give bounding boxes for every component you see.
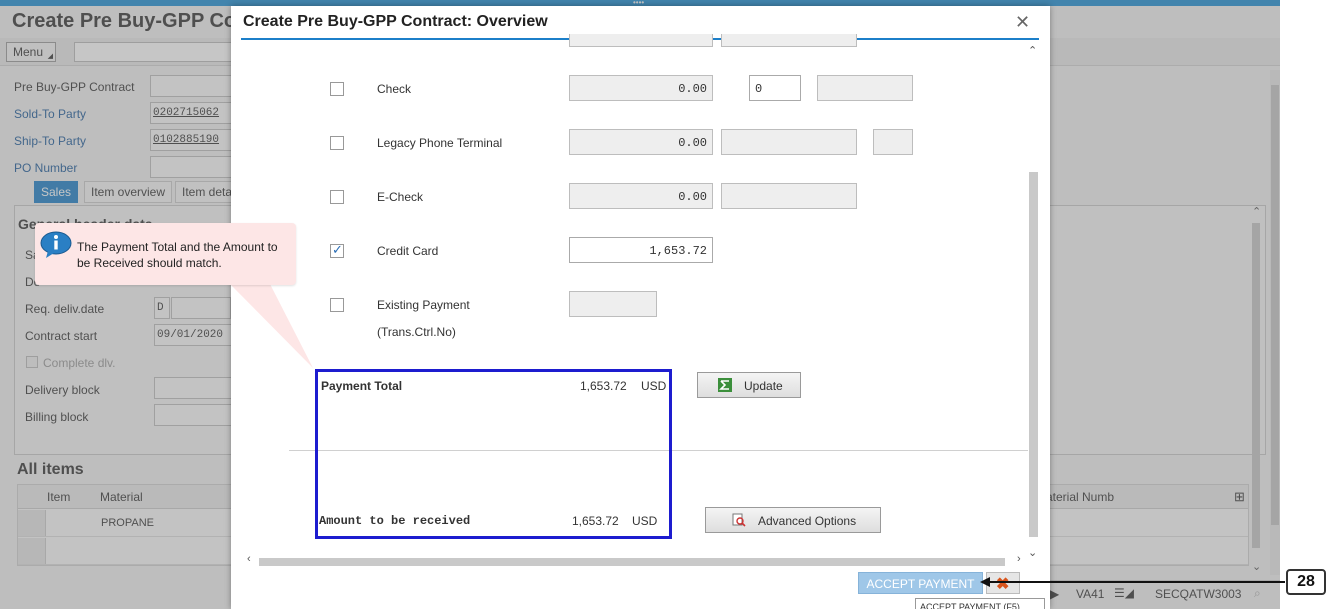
legacy-phone-checkbox[interactable] bbox=[330, 136, 344, 150]
existing-payment-sublabel: (Trans.Ctrl.No) bbox=[377, 325, 456, 339]
echeck-label: E-Check bbox=[377, 190, 424, 204]
magnify-icon bbox=[732, 513, 746, 527]
amount-field-clipped[interactable] bbox=[569, 34, 713, 47]
credit-card-amount-field[interactable]: 1,653.72 bbox=[569, 237, 713, 263]
scroll-right-icon[interactable]: › bbox=[1017, 553, 1021, 565]
payment-dialog: Create Pre Buy-GPP Contract: Overview ✕ … bbox=[231, 6, 1050, 609]
ref-field-clipped[interactable] bbox=[721, 34, 857, 47]
callout-text: The Payment Total and the Amount to be R… bbox=[77, 240, 278, 270]
check-checkbox[interactable] bbox=[330, 82, 344, 96]
dialog-title: Create Pre Buy-GPP Contract: Overview bbox=[243, 13, 548, 30]
existing-payment-label: Existing Payment bbox=[377, 298, 470, 312]
dialog-vertical-scrollbar[interactable]: ⌃ ⌄ bbox=[1028, 42, 1040, 562]
update-button[interactable]: Update bbox=[697, 372, 801, 398]
scroll-left-icon[interactable]: ‹ bbox=[247, 553, 251, 565]
legacy-phone-extra-field[interactable] bbox=[873, 129, 913, 155]
close-icon[interactable]: ✕ bbox=[1015, 12, 1030, 33]
sigma-icon bbox=[718, 378, 732, 392]
legacy-phone-label: Legacy Phone Terminal bbox=[377, 136, 503, 150]
advanced-options-button[interactable]: Advanced Options bbox=[705, 507, 881, 533]
credit-card-label: Credit Card bbox=[377, 244, 439, 258]
check-label: Check bbox=[377, 82, 412, 96]
scroll-thumb[interactable] bbox=[1029, 172, 1038, 537]
check-amount-field[interactable]: 0.00 bbox=[569, 75, 713, 101]
existing-payment-checkbox[interactable] bbox=[330, 298, 344, 312]
dialog-horizontal-scrollbar[interactable]: ‹ › bbox=[247, 553, 1031, 568]
accept-tooltip: ACCEPT PAYMENT (F5) bbox=[915, 598, 1045, 609]
step-badge: 28 bbox=[1286, 569, 1326, 595]
update-button-label: Update bbox=[744, 379, 783, 393]
scroll-up-icon[interactable]: ⌃ bbox=[1028, 44, 1037, 57]
check-number-field[interactable]: 0 bbox=[749, 75, 801, 101]
highlight-box bbox=[315, 369, 672, 539]
echeck-ref-field[interactable] bbox=[721, 183, 857, 209]
info-icon bbox=[40, 231, 72, 258]
scroll-thumb[interactable] bbox=[259, 558, 1005, 566]
callout: The Payment Total and the Amount to be R… bbox=[35, 223, 296, 285]
echeck-amount-field[interactable]: 0.00 bbox=[569, 183, 713, 209]
echeck-checkbox[interactable] bbox=[330, 190, 344, 204]
legacy-phone-ref-field[interactable] bbox=[721, 129, 857, 155]
legacy-phone-amount-field[interactable]: 0.00 bbox=[569, 129, 713, 155]
check-extra-field[interactable] bbox=[817, 75, 913, 101]
step-arrow bbox=[980, 577, 1285, 587]
advanced-options-label: Advanced Options bbox=[758, 514, 857, 528]
accept-payment-button[interactable]: ACCEPT PAYMENT bbox=[858, 572, 983, 594]
trans-ctrl-field[interactable] bbox=[569, 291, 657, 317]
credit-card-checkbox[interactable] bbox=[330, 242, 344, 258]
